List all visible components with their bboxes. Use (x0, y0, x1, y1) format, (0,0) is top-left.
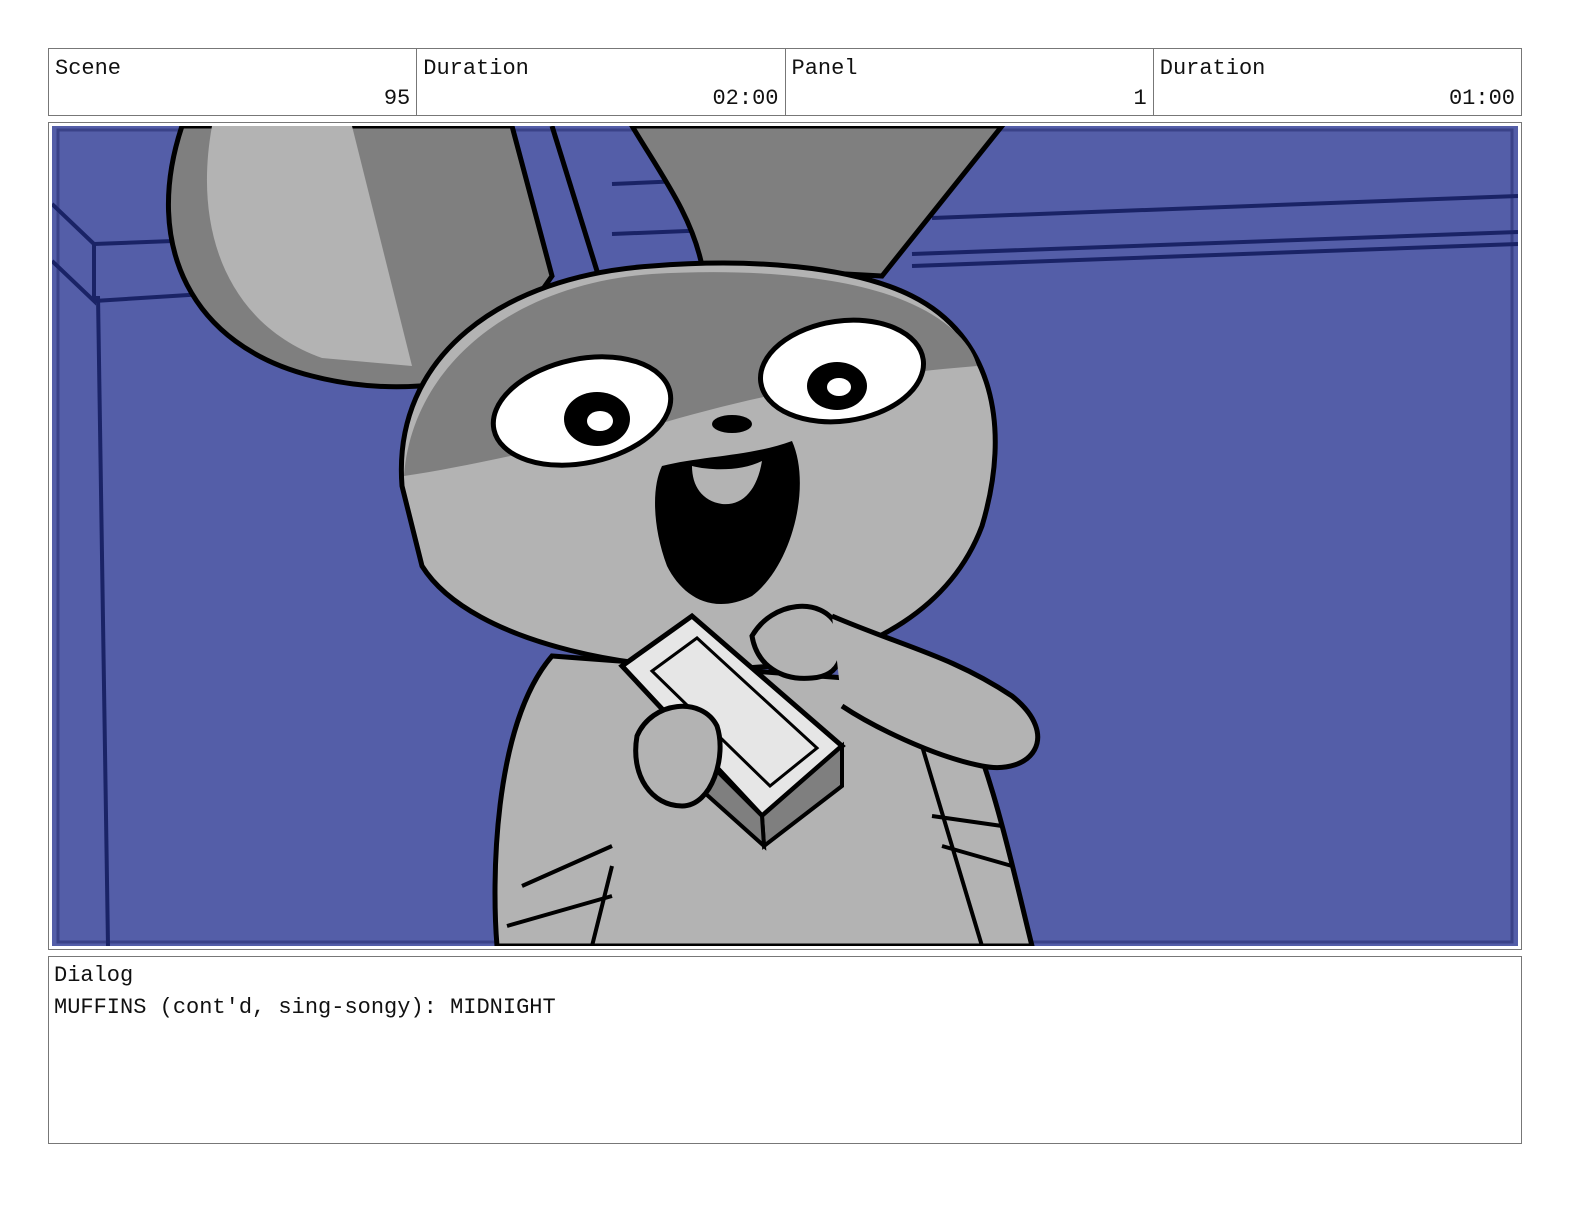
panel-duration-value: 01:00 (1448, 86, 1515, 111)
dialog-text: MUFFINS (cont'd, sing-songy): MIDNIGHT (54, 995, 556, 1020)
panel-duration-label: Duration (1159, 56, 1266, 81)
dialog-box: Dialog MUFFINS (cont'd, sing-songy): MID… (48, 956, 1522, 1144)
storyboard-drawing (52, 126, 1518, 946)
scene-number: 95 (383, 86, 411, 111)
character-nose (712, 415, 752, 433)
scene-duration-cell: Duration 02:00 (417, 49, 786, 115)
scene-label: Scene (55, 56, 122, 81)
scene-cell: Scene 95 (49, 49, 418, 115)
storyboard-frame (48, 122, 1522, 950)
scene-duration-label: Duration (423, 56, 529, 81)
scene-duration-value: 02:00 (712, 86, 779, 111)
panel-number: 1 (1133, 86, 1147, 111)
panel-duration-cell: Duration 01:00 (1154, 49, 1521, 115)
panel-label: Panel (791, 56, 858, 81)
panel-cell: Panel 1 (786, 49, 1154, 115)
panel-header: Scene 95 Duration 02:00 Panel 1 Duration… (48, 48, 1522, 116)
dialog-label: Dialog (54, 963, 134, 988)
